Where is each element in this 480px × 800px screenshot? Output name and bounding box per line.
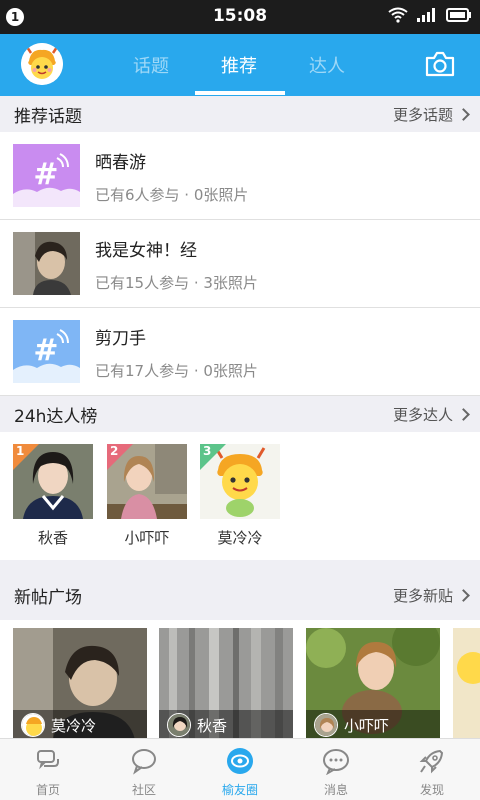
battery-icon xyxy=(446,8,471,22)
post-card[interactable] xyxy=(453,628,480,738)
message-dots-icon xyxy=(323,749,349,775)
svg-text:#: # xyxy=(33,333,58,368)
rank-number: 2 xyxy=(110,444,119,458)
topic-meta: 已有6人参与 · 0张照片 xyxy=(95,186,249,204)
post-caption: 莫冷冷 xyxy=(13,710,147,738)
topics-section-header: 推荐话题 更多话题 xyxy=(0,96,480,132)
bottom-nav-label: 首页 xyxy=(35,783,60,797)
talent-name: 秋香 xyxy=(37,529,68,547)
rank-number: 3 xyxy=(203,444,212,458)
topic-name: 剪刀手 xyxy=(95,329,146,349)
wifi-icon xyxy=(388,7,408,23)
topic-item[interactable]: # 剪刀手 已有17人参与 · 0张照片 xyxy=(0,308,480,396)
bottom-nav-label: 社区 xyxy=(131,783,156,797)
post-author: 莫冷冷 xyxy=(51,716,97,735)
posts-section-header: 新帖广场 更多新贴 xyxy=(0,570,480,620)
post-caption: 秋香 xyxy=(159,710,293,738)
post-card[interactable]: 莫冷冷 xyxy=(13,628,147,738)
more-talents-link[interactable]: 更多达人 xyxy=(392,404,470,425)
post-author: 小吓吓 xyxy=(344,716,390,735)
post-image xyxy=(453,628,480,738)
feed-content[interactable]: 推荐话题 更多话题 # 晒春游 已有6人参与 · 0张照片 我是女神！经 已有1… xyxy=(0,96,480,738)
post-card[interactable]: 小吓吓 xyxy=(306,628,440,738)
tab-experts[interactable]: 达人 xyxy=(309,52,345,78)
topic-meta: 已有15人参与 · 3张照片 xyxy=(95,274,258,292)
talent-photo: 3 xyxy=(200,444,280,519)
author-avatar xyxy=(21,713,45,737)
talent-section-header: 24h达人榜 更多达人 xyxy=(0,396,480,432)
topic-meta: 已有17人参与 · 0张照片 xyxy=(95,362,258,380)
user-avatar[interactable] xyxy=(21,43,63,85)
bottom-nav-community[interactable]: 社区 xyxy=(96,739,192,800)
top-navigation: 话题 推荐 达人 xyxy=(0,34,480,96)
post-author: 秋香 xyxy=(197,716,228,735)
bottom-nav-circle[interactable]: 榆友圈 xyxy=(192,739,288,800)
posts-carousel[interactable]: 莫冷冷 秋香 小吓吓 xyxy=(0,620,480,738)
signal-icon xyxy=(417,8,435,22)
post-caption: 小吓吓 xyxy=(306,710,440,738)
camera-icon[interactable] xyxy=(424,50,456,78)
talent-section-title: 24h达人榜 xyxy=(14,406,98,427)
chevron-right-icon xyxy=(457,407,470,421)
bottom-nav-label: 消息 xyxy=(323,783,348,797)
more-talents-label: 更多达人 xyxy=(392,405,453,424)
rank-number: 1 xyxy=(16,444,25,458)
chat-bubble-icon xyxy=(132,749,156,775)
tab-recommend[interactable]: 推荐 xyxy=(221,52,257,78)
topic-item[interactable]: # 晒春游 已有6人参与 · 0张照片 xyxy=(0,132,480,220)
chevron-right-icon xyxy=(457,588,470,602)
tab-topics[interactable]: 话题 xyxy=(133,52,169,78)
bottom-nav-messages[interactable]: 消息 xyxy=(288,739,384,800)
topic-thumbnail: # xyxy=(13,144,80,207)
talent-item[interactable]: 3 莫冷冷 xyxy=(200,444,280,548)
bottom-nav-label: 发现 xyxy=(419,783,444,797)
eye-circle-icon xyxy=(227,748,253,774)
bottom-nav-home[interactable]: 首页 xyxy=(0,739,96,800)
author-avatar xyxy=(314,713,338,737)
system-icons xyxy=(388,7,472,23)
more-topics-label: 更多话题 xyxy=(392,105,453,124)
status-bar: 1 15:08 xyxy=(0,0,480,34)
topic-item[interactable]: 我是女神！经 已有15人参与 · 3张照片 xyxy=(0,220,480,308)
post-card[interactable]: 秋香 xyxy=(159,628,293,738)
topic-thumbnail: # xyxy=(13,320,80,383)
author-avatar xyxy=(167,713,191,737)
talent-item[interactable]: 2 小吓吓 xyxy=(107,444,187,548)
talent-list: 1 秋香 2 小吓吓 3 莫冷冷 xyxy=(0,432,480,560)
talent-name: 小吓吓 xyxy=(124,529,170,547)
svg-text:#: # xyxy=(33,157,58,192)
active-tab-indicator xyxy=(195,91,285,95)
more-topics-link[interactable]: 更多话题 xyxy=(392,104,470,125)
bottom-nav-discover[interactable]: 发现 xyxy=(384,739,480,800)
bottom-navigation: 首页 社区 榆友圈 消息 发现 xyxy=(0,738,480,800)
topic-name: 我是女神！经 xyxy=(95,241,197,261)
talent-name: 莫冷冷 xyxy=(217,529,263,547)
home-chat-icon xyxy=(37,750,59,770)
more-posts-link[interactable]: 更多新贴 xyxy=(392,585,470,606)
topic-thumbnail xyxy=(13,232,80,295)
rocket-icon xyxy=(419,749,444,774)
chevron-right-icon xyxy=(457,107,470,121)
topics-section-title: 推荐话题 xyxy=(14,106,82,127)
section-divider xyxy=(0,560,480,570)
posts-section-title: 新帖广场 xyxy=(14,587,82,608)
talent-item[interactable]: 1 秋香 xyxy=(13,444,93,548)
talent-photo: 1 xyxy=(13,444,93,519)
topic-name: 晒春游 xyxy=(95,153,146,173)
bottom-nav-label: 榆友圈 xyxy=(221,783,258,797)
more-posts-label: 更多新贴 xyxy=(392,586,453,605)
talent-photo: 2 xyxy=(107,444,187,519)
